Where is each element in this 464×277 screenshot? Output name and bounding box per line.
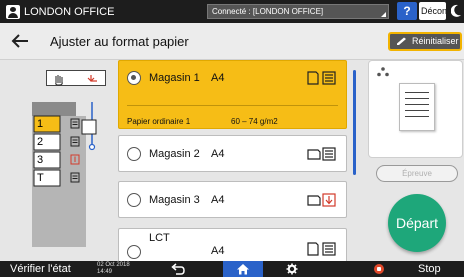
tray-name: Magasin 2 <box>149 148 200 160</box>
expand-corner-icon <box>381 12 386 17</box>
reset-label: Réinitialiser <box>412 36 459 46</box>
tray-list[interactable]: Magasin 1 A4 Papier ordinaire 1 60 – 74 … <box>116 60 354 261</box>
radio-button[interactable] <box>127 147 141 161</box>
radio-button[interactable] <box>127 193 141 207</box>
bypass-tray-indicator <box>46 70 106 86</box>
connection-status[interactable]: Connecté : [LONDON OFFICE] <box>207 4 389 19</box>
home-icon <box>237 264 249 275</box>
tray-paper-size: A4 <box>211 148 225 160</box>
copier-screen: LONDON OFFICE Connecté : [LONDON OFFICE]… <box>0 0 464 277</box>
paper-weight: 60 – 74 g/m2 <box>231 117 278 126</box>
user-name: LONDON OFFICE <box>24 5 115 18</box>
check-status-button[interactable]: Vérifier l'état <box>10 263 71 275</box>
top-bar: LONDON OFFICE Connecté : [LONDON OFFICE]… <box>0 0 464 23</box>
tray-name: LCT <box>149 232 170 244</box>
undo-icon[interactable] <box>170 263 186 275</box>
preview-panel: Épreuve Départ <box>364 60 464 261</box>
tray-paper-size: A4 <box>211 194 225 206</box>
tray-option-magasin-3[interactable]: Magasin 3 A4 <box>118 181 347 218</box>
back-arrow-icon[interactable] <box>10 32 30 50</box>
printer-panel: 1 2 3 T <box>0 60 116 261</box>
help-button[interactable]: ? <box>397 2 417 20</box>
tray-name: Magasin 3 <box>149 194 200 206</box>
date: 02 Oct 2018 <box>97 262 130 268</box>
preview-box[interactable] <box>368 60 463 158</box>
connection-status-text: Connecté : [LONDON OFFICE] <box>212 7 324 16</box>
paper-empty-icon <box>307 193 336 207</box>
user-icon <box>6 4 20 19</box>
printer-tray-1: 1 <box>37 118 44 130</box>
tray-option-magasin-1[interactable]: Magasin 1 A4 Papier ordinaire 1 60 – 74 … <box>118 60 347 129</box>
preview-page-icon <box>399 83 435 131</box>
tray-name: Magasin 1 <box>149 72 200 84</box>
home-button[interactable] <box>223 261 263 277</box>
radio-button[interactable] <box>127 71 141 85</box>
paper-portrait-icon <box>307 71 336 85</box>
tray-option-magasin-2[interactable]: Magasin 2 A4 <box>118 135 347 172</box>
paper-portrait-icon <box>307 242 336 256</box>
tray-paper-size: A4 <box>211 72 225 84</box>
paper-type: Papier ordinaire 1 <box>127 117 191 126</box>
logout-button[interactable]: Déconnexion <box>419 2 446 20</box>
reset-button[interactable]: Réinitialiser <box>388 32 462 51</box>
printer-tray-2: 2 <box>37 136 44 148</box>
page-header: Ajuster au format papier Réinitialiser <box>0 23 464 60</box>
radio-button[interactable] <box>127 245 141 259</box>
time: 14:49 <box>97 269 113 275</box>
stop-button[interactable]: Stop <box>418 263 441 275</box>
printer-tray-t: T <box>37 172 44 184</box>
list-scrollbar[interactable] <box>353 70 356 175</box>
tray-paper-size: A4 <box>211 245 225 257</box>
start-button[interactable]: Départ <box>388 194 446 252</box>
settings-summary-icon <box>377 67 389 77</box>
paper-landscape-icon <box>307 147 336 161</box>
stop-icon[interactable] <box>374 264 384 274</box>
date-time: 02 Oct 2018 14:49 <box>97 262 130 276</box>
tray-option-lct[interactable]: LCT A4 <box>118 228 347 261</box>
proof-button[interactable]: Épreuve <box>376 165 458 182</box>
user-info[interactable]: LONDON OFFICE <box>6 4 114 19</box>
printer-tray-labels: 1 2 3 T <box>34 116 60 188</box>
page-title: Ajuster au format papier <box>50 34 189 49</box>
pencil-icon <box>397 37 406 45</box>
gear-icon[interactable] <box>286 263 298 275</box>
card-divider <box>127 105 338 106</box>
printer-tray-3: 3 <box>37 154 44 166</box>
bottom-bar: Vérifier l'état 02 Oct 2018 14:49 Stop <box>0 261 464 277</box>
printer-tray-status-icons <box>70 118 80 183</box>
hand-feed-icon <box>55 75 97 86</box>
energy-saver-icon[interactable] <box>451 4 462 17</box>
